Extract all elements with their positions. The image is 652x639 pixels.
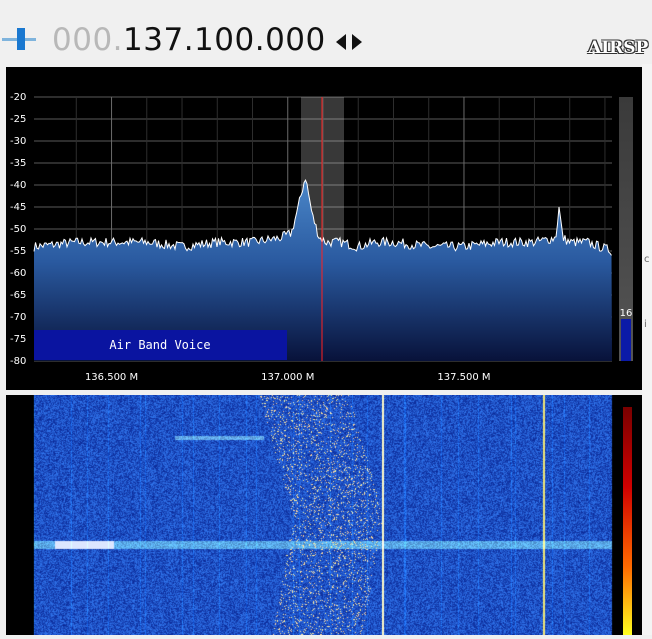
y-tick-label: -45	[10, 202, 26, 213]
y-tick-label: -25	[10, 114, 26, 125]
y-tick-label: -30	[10, 136, 26, 147]
band-plan-label: Air Band Voice	[109, 338, 210, 352]
y-tick-label: -60	[10, 268, 26, 279]
gain-slider-icon[interactable]	[2, 26, 36, 54]
x-tick-label: 136.500 M	[85, 372, 138, 383]
y-tick-label: -70	[10, 312, 26, 323]
side-panel-edge: c i	[642, 64, 652, 635]
y-tick-label: -65	[10, 290, 26, 301]
x-tick-label: 137.500 M	[437, 372, 490, 383]
frequency-display[interactable]: 000.137.100.000	[52, 20, 326, 60]
frequency-value: 137.100.000	[123, 22, 326, 58]
frequency-leading-digits: 000.	[52, 22, 124, 58]
y-tick-label: -75	[10, 334, 26, 345]
spectrum-analyzer[interactable]: Air Band Voice -20 -25 -30 -35 -40 -45 -50 -55-…	[6, 67, 642, 390]
y-tick-label: -40	[10, 180, 26, 191]
step-arrows-icon[interactable]	[336, 32, 364, 52]
y-tick-label: -20	[10, 92, 26, 103]
side-level-value: 16	[620, 308, 633, 319]
y-tick-label: -55	[10, 246, 26, 257]
spectrum-plot[interactable]: Air Band Voice -20-25-30-35-40-45-50-55-…	[6, 67, 642, 390]
waterfall-display[interactable]	[6, 395, 642, 635]
airspy-logo: AIRSP	[588, 38, 649, 58]
toolbar: 000.137.100.000 AIRSP	[0, 0, 652, 64]
x-axis-labels: 136.500 M 137.000 M 137.500 M	[85, 372, 491, 383]
x-tick-label: 137.000 M	[261, 372, 314, 383]
y-tick-label: -80	[10, 356, 26, 367]
side-level-fill	[621, 319, 631, 361]
y-tick-label: -35	[10, 158, 26, 169]
waterfall-overlay	[623, 407, 632, 635]
waterfall-color-scale[interactable]	[623, 407, 632, 635]
y-tick-label: -50	[10, 224, 26, 235]
y-axis-labels: -20 -25 -30 -35 -40 -45 -50 -55 -60 -65 -70 -75 -80	[10, 92, 26, 367]
